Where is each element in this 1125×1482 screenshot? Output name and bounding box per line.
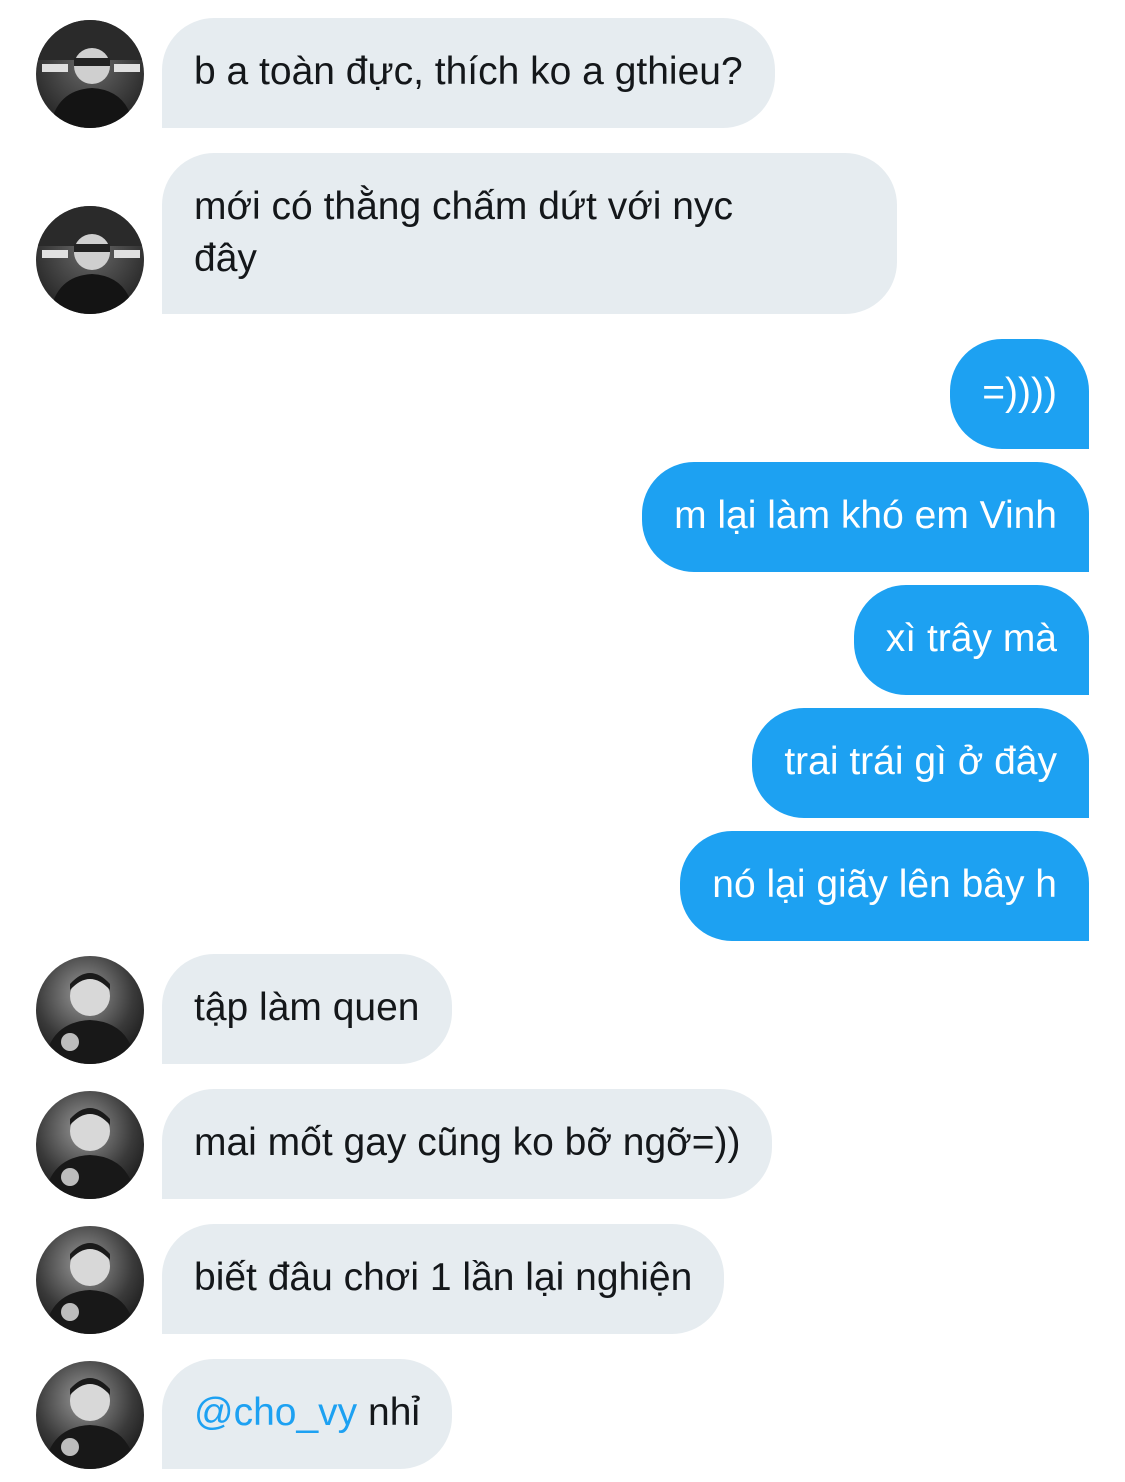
message-text-line: đây [194, 237, 257, 280]
incoming-message-bubble[interactable]: tập làm quen [162, 954, 452, 1064]
incoming-message-bubble[interactable]: mai mốt gay cũng ko bỡ ngỡ=)) [162, 1089, 773, 1199]
user-avatar[interactable] [36, 1361, 144, 1469]
message-text: tập làm quen [194, 986, 420, 1029]
message-row: trai trái gì ở đây [0, 708, 1125, 818]
message-text: m lại làm khó em Vinh [674, 494, 1057, 537]
message-row: xì trây mà [0, 585, 1125, 695]
message-text: mai mốt gay cũng ko bỡ ngỡ=)) [194, 1121, 741, 1164]
message-row: =)))) [0, 339, 1125, 449]
incoming-message-bubble[interactable]: mới có thằng chấm dứt với nyc đây [162, 153, 897, 314]
incoming-message-bubble[interactable]: @cho_vy nhỉ [162, 1359, 453, 1469]
user-avatar[interactable] [36, 20, 144, 128]
message-text: nó lại giãy lên bây h [712, 863, 1057, 906]
message-row: mới có thằng chấm dứt với nyc đây [0, 153, 1125, 314]
message-text-line: mới có thằng chấm dứt với nyc [194, 185, 733, 228]
user-avatar[interactable] [36, 206, 144, 314]
message-text: nhỉ [357, 1391, 421, 1434]
outgoing-message-bubble[interactable]: =)))) [950, 339, 1089, 449]
message-row: biết đâu chơi 1 lần lại nghiện [0, 1224, 1125, 1334]
incoming-message-bubble[interactable]: b a toàn đực, thích ko a gthieu? [162, 18, 775, 128]
message-row: m lại làm khó em Vinh [0, 462, 1125, 572]
message-row: @cho_vy nhỉ [0, 1359, 1125, 1469]
message-text: xì trây mà [885, 617, 1057, 660]
mention-link[interactable]: @cho_vy [194, 1391, 357, 1434]
message-text: b a toàn đực, thích ko a gthieu? [194, 50, 743, 93]
incoming-message-bubble[interactable]: biết đâu chơi 1 lần lại nghiện [162, 1224, 725, 1334]
message-text: trai trái gì ở đây [784, 740, 1057, 783]
message-row: mai mốt gay cũng ko bỡ ngỡ=)) [0, 1089, 1125, 1199]
user-avatar[interactable] [36, 956, 144, 1064]
message-row: tập làm quen [0, 954, 1125, 1064]
outgoing-message-bubble[interactable]: trai trái gì ở đây [752, 708, 1089, 818]
outgoing-message-bubble[interactable]: nó lại giãy lên bây h [680, 831, 1089, 941]
message-row: b a toàn đực, thích ko a gthieu? [0, 18, 1125, 128]
user-avatar[interactable] [36, 1091, 144, 1199]
message-row: nó lại giãy lên bây h [0, 831, 1125, 941]
outgoing-message-bubble[interactable]: xì trây mà [853, 585, 1089, 695]
message-text: =)))) [982, 371, 1057, 414]
user-avatar[interactable] [36, 1226, 144, 1334]
outgoing-message-bubble[interactable]: m lại làm khó em Vinh [642, 462, 1089, 572]
message-text: biết đâu chơi 1 lần lại nghiện [194, 1256, 693, 1299]
